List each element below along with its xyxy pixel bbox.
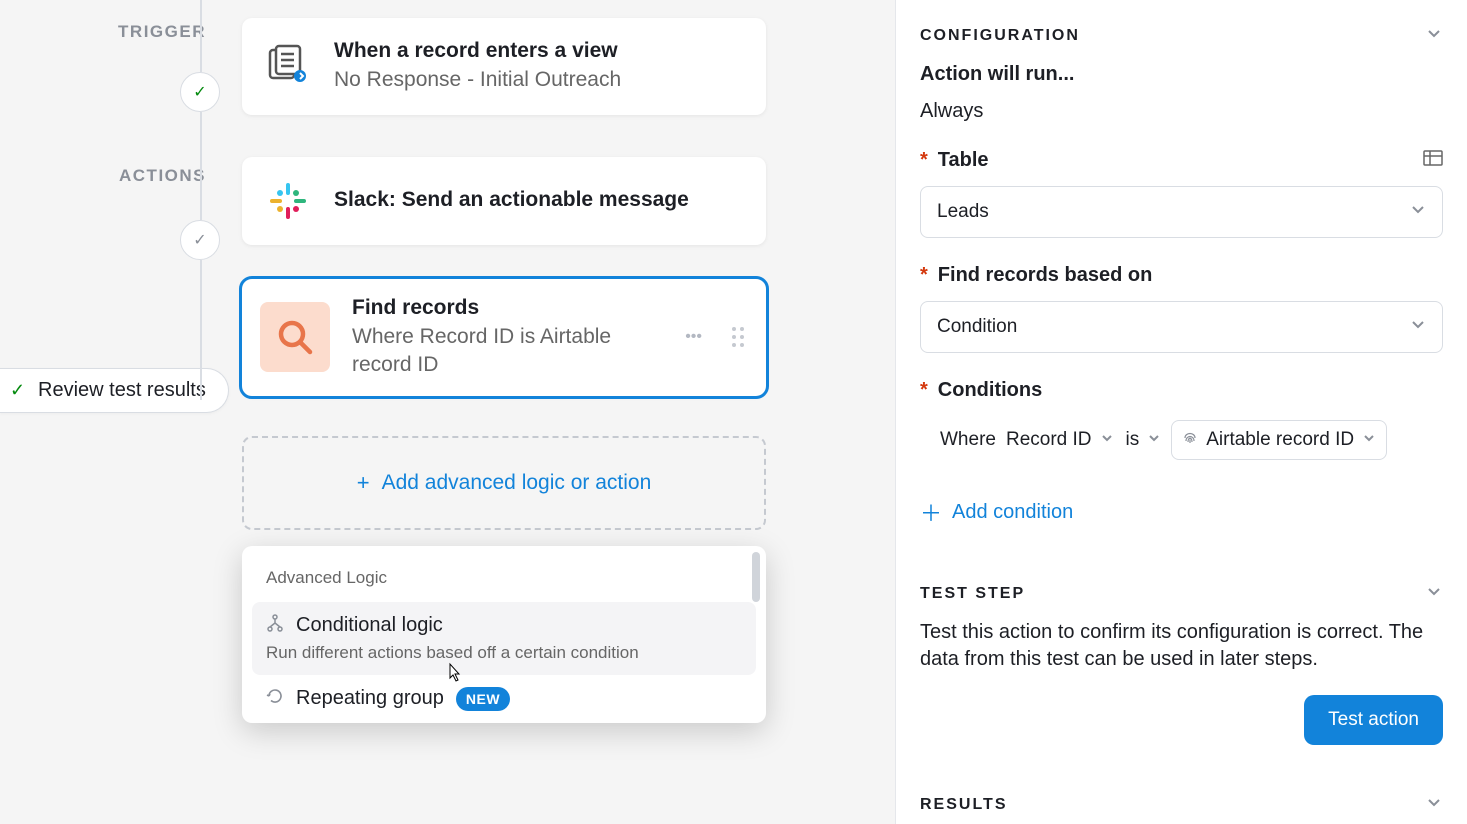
review-test-results-button[interactable]: ✓ Review test results (0, 368, 229, 413)
chevron-down-icon (1425, 582, 1443, 605)
slack-action-title: Slack: Send an actionable message (334, 187, 744, 213)
condition-field-select[interactable]: Record ID (1004, 425, 1116, 455)
branch-icon (266, 614, 284, 637)
trigger-title: When a record enters a view (334, 38, 744, 64)
check-icon: ✓ (193, 82, 206, 102)
configuration-section-toggle[interactable]: CONFIGURATION (920, 24, 1443, 47)
condition-operator-select[interactable]: is (1124, 425, 1164, 455)
chevron-down-icon (1147, 429, 1161, 451)
chevron-down-icon (1410, 201, 1426, 223)
condition-row: Where Record ID is Airtable record ID (940, 420, 1443, 460)
find-based-on-label: * Find records based on (920, 264, 1443, 287)
connector-line (200, 260, 202, 400)
condition-value-text: Airtable record ID (1206, 429, 1354, 451)
test-step-section-toggle[interactable]: TEST STEP (920, 582, 1443, 605)
find-records-icon (260, 302, 330, 372)
results-section-toggle[interactable]: RESULTS (920, 793, 1443, 816)
check-icon: ✓ (193, 230, 206, 250)
advanced-logic-dropdown: Advanced Logic Conditional logic Run dif… (242, 546, 766, 723)
scrollbar-thumb[interactable] (752, 552, 760, 602)
condition-operator-value: is (1126, 429, 1140, 451)
step-more-menu-button[interactable]: ••• (681, 328, 706, 346)
plus-icon: ＋ (920, 496, 942, 528)
dropdown-item-repeating-group[interactable]: Repeating group NEW (252, 675, 756, 723)
find-based-on-value: Condition (937, 316, 1017, 338)
add-advanced-logic-label: Add advanced logic or action (382, 471, 652, 495)
table-select[interactable]: Leads (920, 186, 1443, 238)
dropdown-item-desc: Run different actions based off a certai… (266, 643, 742, 663)
required-indicator: * (920, 264, 928, 287)
actions-section-label: ACTIONS (0, 166, 206, 186)
trigger-status-indicator: ✓ (180, 72, 220, 112)
dropdown-item-conditional-logic[interactable]: Conditional logic Run different actions … (252, 602, 756, 675)
slack-icon (264, 177, 312, 225)
record-enters-view-icon (264, 42, 312, 90)
review-test-results-label: Review test results (38, 379, 206, 402)
chevron-down-icon (1362, 429, 1376, 451)
add-condition-button[interactable]: ＋ Add condition (920, 496, 1443, 528)
connector-line (200, 0, 202, 72)
check-icon: ✓ (10, 380, 28, 401)
dropdown-item-title: Conditional logic (296, 614, 443, 637)
table-select-value: Leads (937, 201, 989, 223)
conditions-label: * Conditions (920, 379, 1443, 402)
find-based-on-select[interactable]: Condition (920, 301, 1443, 353)
automation-canvas: TRIGGER ACTIONS ✓ Review test results ✓ … (0, 0, 895, 824)
trigger-step-card[interactable]: When a record enters a view No Response … (242, 18, 766, 115)
condition-field-value: Record ID (1006, 429, 1092, 451)
test-step-description: Test this action to confirm its configur… (920, 619, 1443, 673)
find-records-step-card[interactable]: Find records Where Record ID is Airtable… (242, 279, 766, 396)
step-drag-handle[interactable] (728, 327, 748, 347)
configuration-header: CONFIGURATION (920, 27, 1080, 45)
table-icon (1423, 149, 1443, 172)
add-condition-label: Add condition (952, 501, 1073, 524)
action-runs-label: Action will run... (920, 63, 1443, 86)
chevron-down-icon (1410, 316, 1426, 338)
test-step-header: TEST STEP (920, 585, 1025, 603)
config-panel: CONFIGURATION Action will run... Always … (895, 0, 1467, 824)
trigger-subtitle: No Response - Initial Outreach (334, 66, 744, 94)
required-indicator: * (920, 379, 928, 402)
chevron-down-icon (1425, 24, 1443, 47)
plus-icon (357, 470, 370, 496)
dropdown-section-header: Advanced Logic (252, 562, 756, 602)
find-records-subtitle: Where Record ID is Airtable record ID (352, 323, 659, 380)
dropdown-item-title: Repeating group (296, 687, 444, 710)
required-indicator: * (920, 149, 928, 172)
find-records-title: Find records (352, 295, 659, 321)
action-runs-value: Always (920, 100, 1443, 123)
results-header: RESULTS (920, 796, 1007, 814)
condition-value-select[interactable]: Airtable record ID (1171, 420, 1387, 460)
trigger-section-label: TRIGGER (0, 22, 206, 42)
table-field-label: * Table (920, 149, 1443, 172)
action-status-indicator: ✓ (180, 220, 220, 260)
slack-action-step-card[interactable]: Slack: Send an actionable message (242, 157, 766, 245)
add-advanced-logic-button[interactable]: Add advanced logic or action (242, 436, 766, 530)
fingerprint-icon (1182, 429, 1198, 451)
test-action-label: Test action (1328, 709, 1419, 730)
chevron-down-icon (1425, 793, 1443, 816)
chevron-down-icon (1100, 429, 1114, 451)
test-action-button[interactable]: Test action (1304, 695, 1443, 745)
connector-line (200, 112, 202, 220)
condition-where: Where (940, 429, 996, 451)
new-badge: NEW (456, 687, 510, 711)
repeat-icon (266, 687, 284, 710)
